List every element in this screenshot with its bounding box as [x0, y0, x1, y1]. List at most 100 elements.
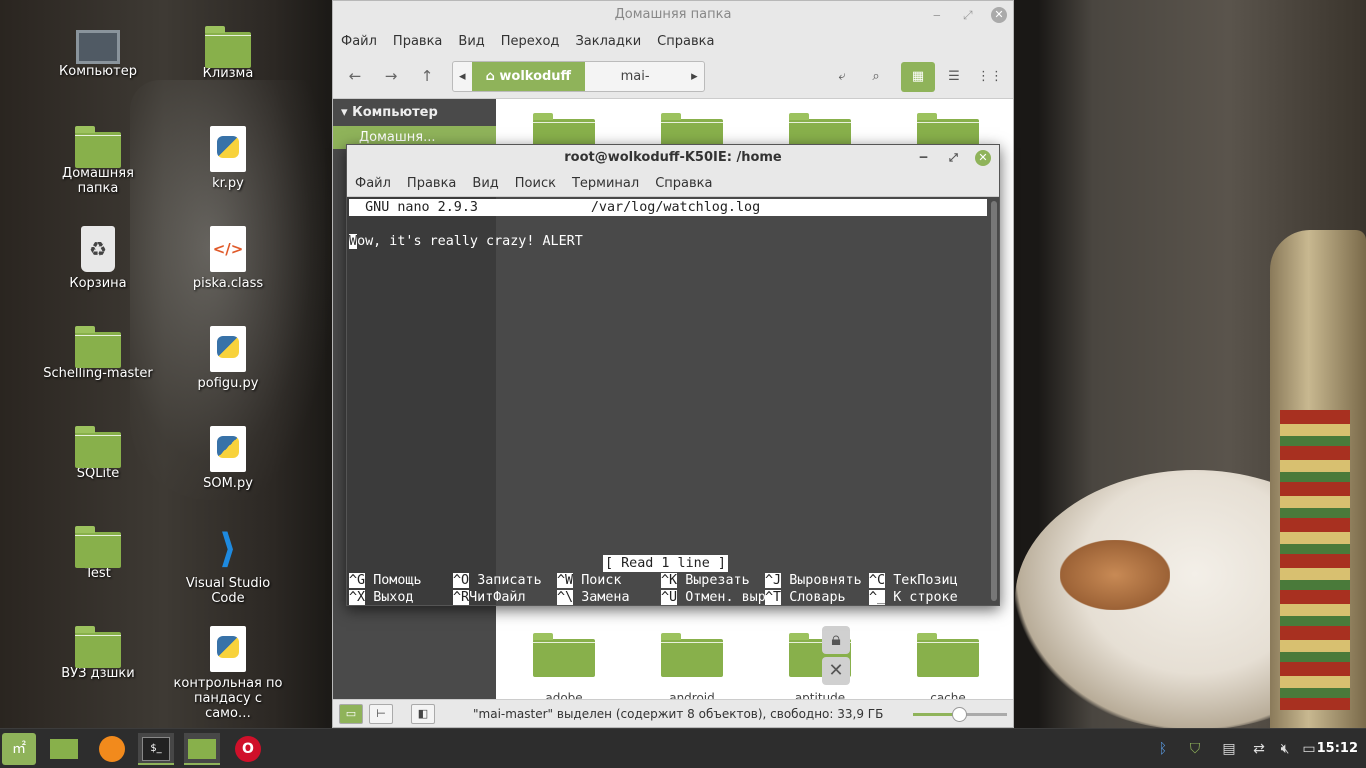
- menu-terminal[interactable]: Терминал: [564, 171, 647, 196]
- menu-help[interactable]: Справка: [649, 29, 722, 55]
- desktop-icon-label: контрольная по пандасу с само…: [173, 676, 283, 721]
- sidebar-section-computer[interactable]: ▾ Компьютер: [333, 99, 496, 126]
- desktop-icon-piska-class[interactable]: </> piska.class: [170, 226, 286, 291]
- home-folder-icon: [75, 126, 121, 168]
- mint-menu-icon[interactable]: ㎡: [2, 733, 36, 765]
- desktop-icon-som-py[interactable]: SOM.py: [170, 426, 286, 491]
- desktop-icon-label: piska.class: [192, 276, 264, 291]
- terminal-menubar: Файл Правка Вид Поиск Терминал Справка: [347, 171, 999, 197]
- folder-icon[interactable]: [661, 633, 723, 677]
- shortcut-label: Замена: [581, 590, 630, 605]
- desktop-icon-label: SOM.py: [203, 476, 253, 491]
- maximize-icon[interactable]: ⤢: [963, 1, 973, 29]
- menu-view[interactable]: Вид: [450, 29, 492, 55]
- nano-text-line[interactable]: Wow, it's really crazy! ALERT: [349, 233, 583, 250]
- folder-icon[interactable]: [533, 633, 595, 677]
- search-icon[interactable]: ⌕: [859, 62, 893, 92]
- hide-sidebar-icon[interactable]: ◧: [411, 704, 435, 724]
- network-icon[interactable]: ⇄: [1246, 729, 1272, 768]
- close-icon[interactable]: ✕: [991, 7, 1007, 23]
- desktop-icon-label: Test: [85, 566, 111, 581]
- zoom-slider[interactable]: [913, 707, 1007, 722]
- nano-status-message: [ Read 1 line ]: [603, 555, 728, 572]
- computer-icon: [76, 30, 120, 64]
- forward-icon[interactable]: →: [377, 61, 405, 91]
- code-file-icon: </>: [210, 226, 246, 272]
- clock[interactable]: 15:12: [1317, 729, 1358, 768]
- up-icon[interactable]: ↑: [413, 61, 441, 91]
- path-next-button[interactable]: mai-master: [585, 62, 685, 113]
- lock-icon[interactable]: 🔒︎: [822, 626, 850, 654]
- minimize-icon[interactable]: ‒: [933, 1, 941, 29]
- show-places-icon[interactable]: ▭: [339, 704, 363, 724]
- menu-edit[interactable]: Правка: [399, 171, 464, 196]
- desktop-icon-label: Schelling-master: [43, 366, 153, 381]
- files-icon[interactable]: [184, 733, 220, 765]
- toggle-location-icon[interactable]: ⤶: [825, 62, 859, 92]
- shortcut-key: ^\: [557, 590, 574, 605]
- terminal-icon[interactable]: $_: [138, 733, 174, 765]
- desktop-icon-vuz[interactable]: ВУЗ дзшки: [40, 626, 156, 681]
- desktop-icon-pandas[interactable]: контрольная по пандасу с само…: [170, 626, 286, 721]
- desktop-icon-vscode[interactable]: ⟩ Visual Studio Code: [170, 526, 286, 606]
- folder-icon[interactable]: [917, 633, 979, 677]
- shortcut-cut: ^K Вырезать: [661, 572, 750, 589]
- compact-view-button[interactable]: ⋮⋮: [973, 62, 1007, 92]
- back-icon[interactable]: ←: [341, 61, 369, 91]
- zoom-slider-handle[interactable]: [952, 707, 967, 722]
- chevron-right-icon[interactable]: ▸: [685, 62, 704, 91]
- python-file-icon: [210, 326, 246, 372]
- firefox-icon[interactable]: [94, 733, 130, 765]
- desktop-icon-computer[interactable]: Компьютер: [40, 26, 156, 79]
- file-manager-menubar: Файл Правка Вид Переход Закладки Справка: [333, 29, 1013, 55]
- desktop-icon-trash[interactable]: ♻ Корзина: [40, 226, 156, 291]
- folder-icon: [75, 626, 121, 668]
- menu-view[interactable]: Вид: [464, 171, 506, 196]
- show-tree-icon[interactable]: ⊢: [369, 704, 393, 724]
- shortcut-key: ^G: [349, 573, 366, 588]
- desktop-icon-klizma[interactable]: Клизма: [170, 26, 286, 81]
- keyboard-layout-icon[interactable]: ▤: [1216, 729, 1242, 768]
- desktop-icon-home[interactable]: Домашняя папка: [40, 126, 156, 196]
- desktop-icon-schelling[interactable]: Schelling-master: [40, 326, 156, 381]
- files-icon[interactable]: [46, 733, 82, 765]
- terminal-titlebar[interactable]: root@wolkoduff-K50IE: /home ‒ ⤢ ✕: [347, 145, 999, 171]
- bluetooth-icon[interactable]: ᛒ: [1150, 729, 1176, 768]
- taskbar: ㎡ $_ O ᛒ ⛉ ▤ ⇄ 🔇︎ ▭ 15:12: [0, 728, 1366, 768]
- menu-file[interactable]: Файл: [347, 171, 399, 196]
- desktop-icon-label: pofigu.py: [197, 376, 259, 391]
- desktop-icon-label: Visual Studio Code: [185, 576, 271, 606]
- path-home-button[interactable]: ⌂ wolkoduff: [471, 62, 586, 91]
- maximize-icon[interactable]: ⤢: [949, 145, 958, 171]
- menu-bookmarks[interactable]: Закладки: [567, 29, 649, 55]
- desktop-icon-test[interactable]: Test: [40, 526, 156, 581]
- icon-view-button[interactable]: ▦: [901, 62, 935, 92]
- desktop-icon-pofigu-py[interactable]: pofigu.py: [170, 326, 286, 391]
- menu-help[interactable]: Справка: [647, 171, 720, 196]
- shield-icon[interactable]: ⛉: [1182, 729, 1208, 768]
- menu-go[interactable]: Переход: [493, 29, 568, 55]
- file-manager-titlebar[interactable]: Домашняя папка ‒ ⤢ ✕: [333, 1, 1013, 29]
- terminal-scrollbar[interactable]: [991, 201, 997, 601]
- shortcut-uncut: ^U Отмен. выр: [661, 589, 766, 606]
- shortcut-key: ^J: [765, 573, 782, 588]
- shortcut-spell: ^T Словарь: [765, 589, 846, 606]
- shortcut-key: ^C: [869, 573, 886, 588]
- volume-icon[interactable]: 🔇︎: [1272, 729, 1298, 768]
- shortcut-key: ^_: [869, 590, 886, 605]
- python-file-icon: [210, 126, 246, 172]
- folder-icon: [75, 426, 121, 468]
- chevron-left-icon[interactable]: ◂: [453, 62, 472, 91]
- list-view-button[interactable]: ☰: [937, 62, 971, 92]
- close-icon[interactable]: ✕: [975, 150, 991, 166]
- menu-edit[interactable]: Правка: [385, 29, 450, 55]
- opera-icon[interactable]: O: [230, 733, 266, 765]
- desktop-icon-sqlite[interactable]: SQLite: [40, 426, 156, 481]
- trash-icon: ♻: [81, 226, 115, 272]
- nano-header: GNU nano 2.9.3 /var/log/watchlog.log: [349, 199, 987, 216]
- close-x-icon[interactable]: ✕: [822, 657, 850, 685]
- desktop-icon-kr-py[interactable]: kr.py: [170, 126, 286, 191]
- menu-search[interactable]: Поиск: [507, 171, 564, 196]
- menu-file[interactable]: Файл: [333, 29, 385, 55]
- minimize-icon[interactable]: ‒: [919, 145, 928, 171]
